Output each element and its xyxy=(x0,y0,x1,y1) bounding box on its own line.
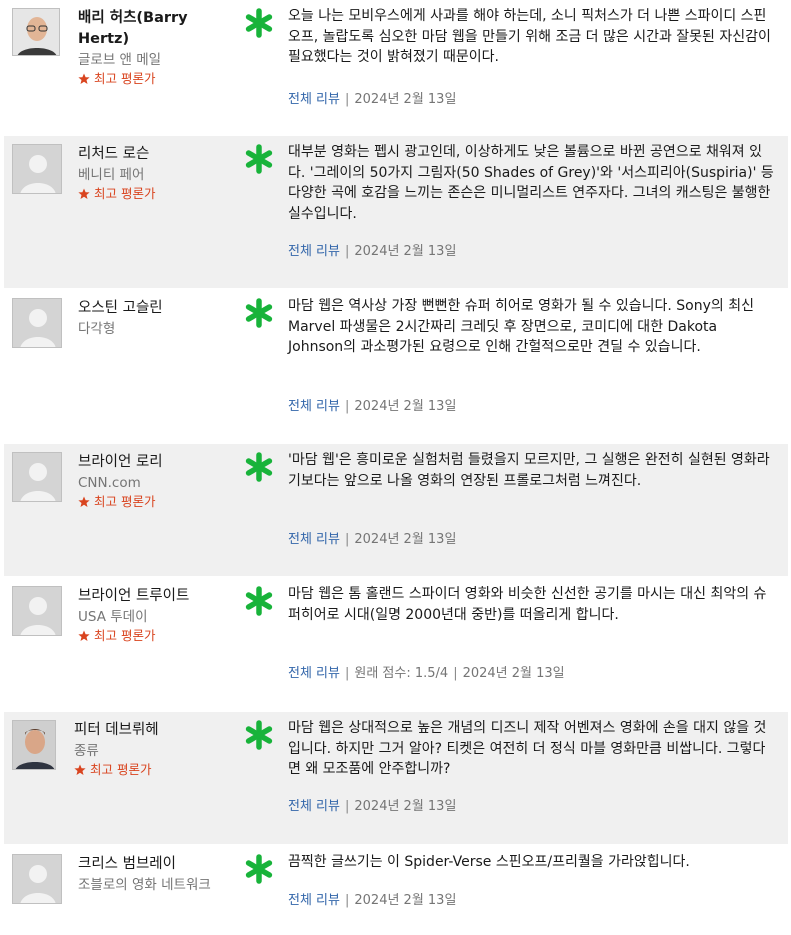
fresh-score-icon xyxy=(245,586,273,616)
review-card: 브라이언 로리 CNN.com 최고 평론가 '마담 웹'은 흥미로운 실험처럼… xyxy=(4,444,788,576)
top-critic-badge: 최고 평론가 xyxy=(78,493,228,511)
critic-name[interactable]: 브라이언 트루이트 xyxy=(78,586,228,607)
critic-name[interactable]: 브라이언 로리 xyxy=(78,452,228,473)
critic-photo-icon xyxy=(13,721,55,769)
review-quote: '마담 웹'은 흥미로운 실험처럼 들렸을지 모르지만, 그 실행은 완전히 실… xyxy=(288,452,770,489)
full-review-link[interactable]: 전체 리뷰 xyxy=(288,244,340,259)
review-meta: 전체 리뷰 | 2024년 2월 13일 xyxy=(288,91,456,109)
review-card: 리처드 로슨 베니티 페어 최고 평론가 대부분 영화는 펩시 광고인데, 이상… xyxy=(4,136,788,288)
publication-name[interactable]: 베니티 페어 xyxy=(78,165,228,185)
review-date: 2024년 2월 13일 xyxy=(354,244,457,259)
critic-name[interactable]: 오스틴 고슬린 xyxy=(78,298,228,319)
avatar-placeholder-icon[interactable] xyxy=(12,854,62,904)
full-review-link[interactable]: 전체 리뷰 xyxy=(288,92,340,107)
review-quote: 마담 웹은 역사상 가장 뻔뻔한 슈퍼 히어로 영화가 될 수 있습니다. So… xyxy=(288,298,754,355)
review-card: 오스틴 고슬린 다각형 마담 웹은 역사상 가장 뻔뻔한 슈퍼 히어로 영화가 … xyxy=(4,290,788,442)
review-quote: 마담 웹은 톰 홀랜드 스파이더 영화와 비슷한 신선한 공기를 마시는 대신 … xyxy=(288,586,767,623)
critic-name[interactable]: 피터 데브뤼헤 xyxy=(74,720,224,741)
critic-name[interactable]: 리처드 로슨 xyxy=(78,144,228,165)
meta-separator: | xyxy=(344,244,350,259)
review-card: 크리스 범브레이 조블로의 영화 네트워크 끔찍한 글쓰기는 이 Spider-… xyxy=(4,846,788,930)
fresh-score-icon xyxy=(245,452,273,482)
publication-name[interactable]: 글로브 앤 메일 xyxy=(78,50,228,70)
review-date: 2024년 2월 13일 xyxy=(354,532,457,547)
review-card: 배리 허츠(Barry Hertz) 글로브 앤 메일 최고 평론가 오늘 나는… xyxy=(4,0,788,134)
full-review-link[interactable]: 전체 리뷰 xyxy=(288,799,340,814)
publication-name[interactable]: 종류 xyxy=(74,741,224,761)
star-icon xyxy=(78,188,90,199)
publication-name[interactable]: 다각형 xyxy=(78,319,228,339)
review-date: 2024년 2월 13일 xyxy=(354,92,457,107)
meta-separator: | xyxy=(344,893,350,908)
review-card: 브라이언 트루이트 USA 투데이 최고 평론가 마담 웹은 톰 홀랜드 스파이… xyxy=(4,578,788,710)
review-meta: 전체 리뷰 | 2024년 2월 13일 xyxy=(288,798,456,816)
critic-avatar[interactable] xyxy=(12,8,60,56)
top-critic-label: 최고 평론가 xyxy=(94,186,156,201)
critic-reviews-list: 배리 허츠(Barry Hertz) 글로브 앤 메일 최고 평론가 오늘 나는… xyxy=(0,0,791,935)
top-critic-badge: 최고 평론가 xyxy=(78,70,228,88)
star-icon xyxy=(78,496,90,507)
review-meta: 전체 리뷰 | 원래 점수: 1.5/4 | 2024년 2월 13일 xyxy=(288,665,565,683)
review-meta: 전체 리뷰 | 2024년 2월 13일 xyxy=(288,398,456,416)
meta-separator: | xyxy=(344,532,350,547)
meta-separator: | xyxy=(344,799,350,814)
critic-avatar[interactable] xyxy=(12,720,56,770)
top-critic-badge: 최고 평론가 xyxy=(78,185,228,203)
top-critic-badge: 최고 평론가 xyxy=(74,761,224,779)
review-card: 피터 데브뤼헤 종류 최고 평론가 마담 웹은 상대적으로 높은 개념의 디즈니… xyxy=(4,712,788,844)
avatar-placeholder-icon[interactable] xyxy=(12,452,62,502)
meta-separator: | xyxy=(453,666,458,681)
original-score: 원래 점수: 1.5/4 xyxy=(354,666,449,681)
top-critic-badge: 최고 평론가 xyxy=(78,627,228,645)
avatar-placeholder-icon[interactable] xyxy=(12,586,62,636)
meta-separator: | xyxy=(344,399,350,414)
fresh-score-icon xyxy=(245,8,273,38)
top-critic-label: 최고 평론가 xyxy=(94,71,156,86)
meta-separator: | xyxy=(344,92,350,107)
top-critic-label: 최고 평론가 xyxy=(94,494,156,509)
star-icon xyxy=(78,73,90,84)
fresh-score-icon xyxy=(245,144,273,174)
review-date: 2024년 2월 13일 xyxy=(354,399,457,414)
full-review-link[interactable]: 전체 리뷰 xyxy=(288,399,340,414)
avatar-placeholder-icon[interactable] xyxy=(12,144,62,194)
critic-name[interactable]: 크리스 범브레이 xyxy=(78,854,228,875)
critic-photo-icon xyxy=(13,9,59,55)
full-review-link[interactable]: 전체 리뷰 xyxy=(288,532,340,547)
review-meta: 전체 리뷰 | 2024년 2월 13일 xyxy=(288,531,456,549)
review-meta: 전체 리뷰 | 2024년 2월 13일 xyxy=(288,892,456,910)
star-icon xyxy=(78,630,90,641)
publication-name[interactable]: CNN.com xyxy=(78,473,228,493)
critic-name[interactable]: 배리 허츠(Barry Hertz) xyxy=(78,8,228,50)
avatar-placeholder-icon[interactable] xyxy=(12,298,62,348)
full-review-link[interactable]: 전체 리뷰 xyxy=(288,666,340,681)
publication-name[interactable]: 조블로의 영화 네트워크 xyxy=(78,875,228,895)
star-icon xyxy=(74,764,86,775)
review-date: 2024년 2월 13일 xyxy=(354,893,457,908)
fresh-score-icon xyxy=(245,720,273,750)
fresh-score-icon xyxy=(245,854,273,884)
review-date: 2024년 2월 13일 xyxy=(354,799,457,814)
publication-name[interactable]: USA 투데이 xyxy=(78,607,228,627)
review-quote: 대부분 영화는 펩시 광고인데, 이상하게도 낮은 볼륨으로 바뀐 공연으로 채… xyxy=(288,144,774,222)
review-date: 2024년 2월 13일 xyxy=(462,666,565,681)
fresh-score-icon xyxy=(245,298,273,328)
review-quote: 끔찍한 글쓰기는 이 Spider-Verse 스핀오프/프리퀄을 가라앉힙니다… xyxy=(288,854,690,870)
full-review-link[interactable]: 전체 리뷰 xyxy=(288,893,340,908)
meta-separator: | xyxy=(344,666,350,681)
review-quote: 오늘 나는 모비우스에게 사과를 해야 하는데, 소니 픽처스가 더 나쁜 스파… xyxy=(288,8,771,65)
top-critic-label: 최고 평론가 xyxy=(94,628,156,643)
review-meta: 전체 리뷰 | 2024년 2월 13일 xyxy=(288,243,456,261)
top-critic-label: 최고 평론가 xyxy=(90,762,152,777)
review-quote: 마담 웹은 상대적으로 높은 개념의 디즈니 제작 어벤져스 영화에 손을 대지… xyxy=(288,720,767,777)
